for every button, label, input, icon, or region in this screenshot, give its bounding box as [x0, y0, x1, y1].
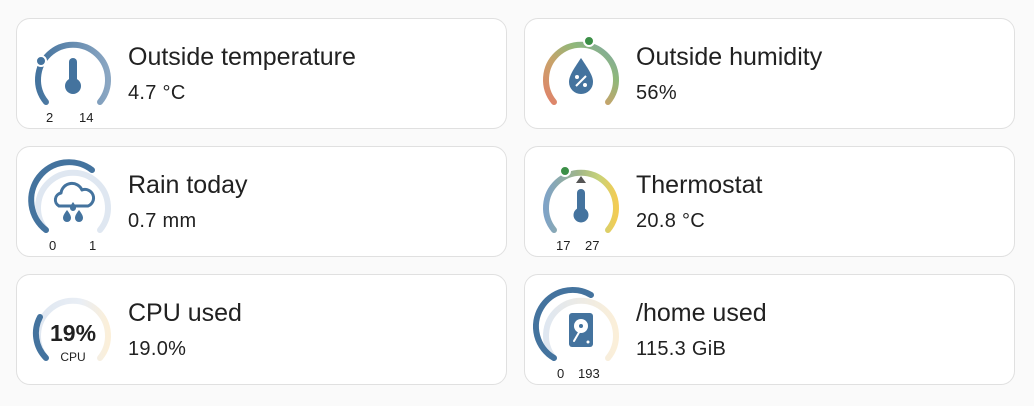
card-rain-today[interactable]: 0 1 Rain today 0.7 mm [16, 146, 507, 257]
card-title: Outside humidity [636, 43, 823, 71]
card-outside-temperature[interactable]: 2 14 Outside temperature 4.7 °C [16, 18, 507, 129]
card-value: 0.7 mm [128, 210, 197, 232]
gauge-min: 0 [557, 366, 565, 381]
gauge-min: 17 [556, 238, 571, 253]
rain-gauge: 0 1 [28, 159, 111, 253]
card-title: Outside temperature [128, 43, 356, 71]
card-value: 4.7 °C [128, 82, 186, 104]
gauge-max: 193 [578, 366, 600, 381]
thermostat-gauge: 17 27 [543, 162, 619, 253]
card-value: 56% [636, 82, 677, 104]
card-title: Thermostat [636, 171, 763, 199]
card-value: 20.8 °C [636, 210, 706, 232]
gauge-max: 14 [79, 110, 94, 125]
gauge-min: 2 [46, 110, 54, 125]
dashboard-grid: 2 14 Outside temperature 4.7 °C Outside … [0, 0, 1034, 406]
card-home-used[interactable]: 0 193 /home used 115.3 GiB [524, 274, 1015, 385]
card-title: /home used [636, 299, 767, 327]
card-value: 19.0% [128, 338, 187, 360]
humidity-gauge [543, 34, 619, 116]
card-cpu-used[interactable]: 19% CPU CPU used 19.0% [16, 274, 507, 385]
card-thermostat[interactable]: 17 27 Thermostat 20.8 °C [524, 146, 1015, 257]
temperature-gauge: 2 14 [35, 34, 111, 125]
card-value: 115.3 GiB [636, 338, 727, 360]
gauge-label: CPU [60, 350, 86, 364]
gauge-min: 0 [49, 238, 57, 253]
gauge-max: 27 [585, 238, 600, 253]
harddisk-icon [569, 313, 593, 347]
card-title: Rain today [128, 171, 248, 199]
gauge-max: 1 [89, 238, 97, 253]
weather-pouring-icon [53, 181, 96, 222]
thermometer-icon [573, 189, 589, 223]
card-title: CPU used [128, 299, 242, 327]
water-percent-icon [569, 58, 593, 94]
gauge-number: 19 [49, 320, 76, 346]
card-outside-humidity[interactable]: Outside humidity 56% [524, 18, 1015, 129]
thermometer-icon [65, 58, 81, 94]
disk-gauge: 0 193 [533, 286, 619, 381]
gauge-unit: % [75, 320, 97, 346]
cpu-gauge: 19% CPU [32, 290, 111, 372]
